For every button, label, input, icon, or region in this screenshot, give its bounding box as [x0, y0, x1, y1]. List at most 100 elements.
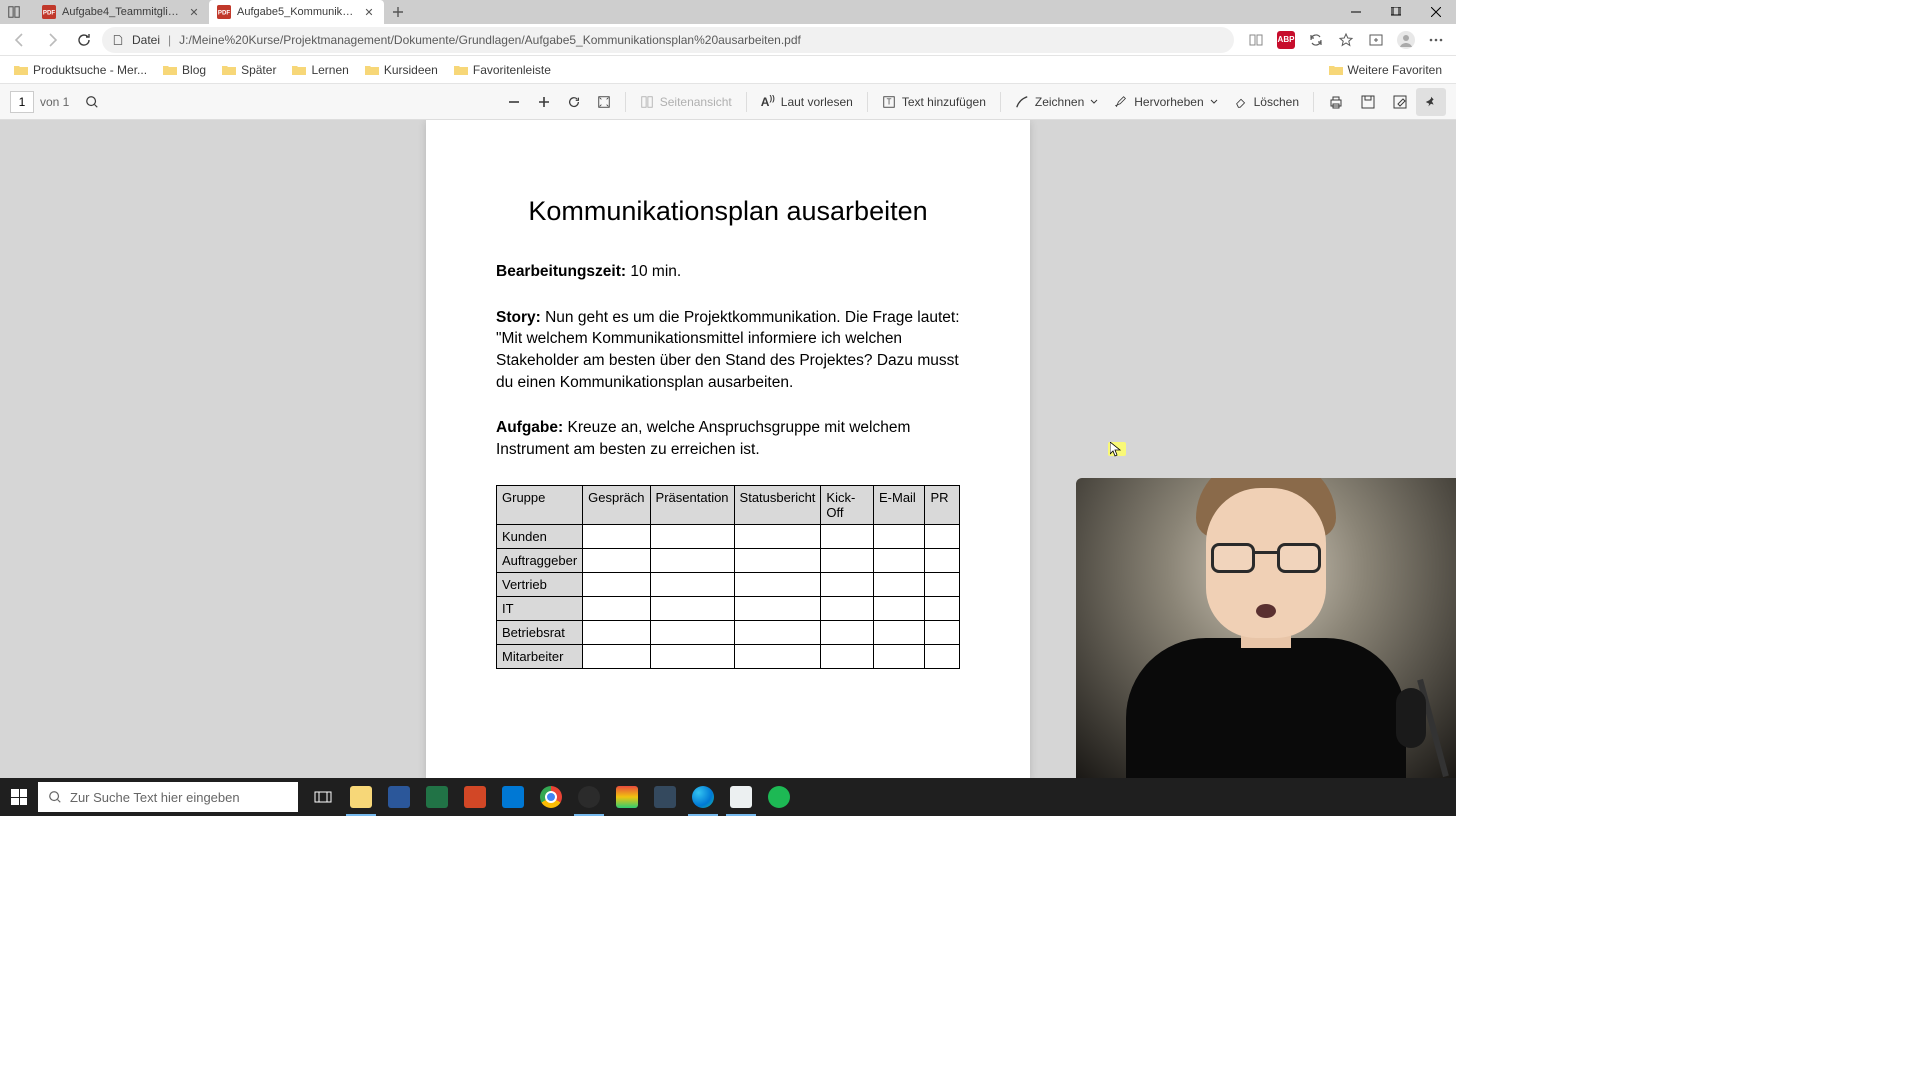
toolbar-right: ABP	[1238, 26, 1450, 54]
page-view-button[interactable]: Seitenansicht	[632, 88, 740, 116]
save-button[interactable]	[1352, 88, 1384, 116]
reading-mode-icon[interactable]	[1242, 26, 1270, 54]
task-view-button[interactable]	[304, 778, 342, 816]
tab-label: Aufgabe4_Teammitglieder einsch	[62, 6, 183, 18]
taskbar-app-edge[interactable]	[684, 778, 722, 816]
chevron-down-icon	[1210, 98, 1218, 106]
rotate-button[interactable]	[559, 88, 589, 116]
close-icon[interactable]: ✕	[187, 5, 201, 19]
bookmark-item[interactable]: Favoritenleiste	[448, 60, 557, 80]
table-header: Präsentation	[650, 485, 734, 524]
taskbar-app-obs[interactable]	[570, 778, 608, 816]
pdf-toolbar: von 1 Seitenansicht A))Laut vorlesen TTe…	[0, 84, 1456, 120]
reload-button[interactable]	[70, 26, 98, 54]
taskbar-app-generic2[interactable]	[646, 778, 684, 816]
print-button[interactable]	[1320, 88, 1352, 116]
bookmark-item[interactable]: Kursideen	[359, 60, 444, 80]
communication-table: Gruppe Gespräch Präsentation Statusberic…	[496, 485, 960, 669]
find-button[interactable]	[77, 88, 107, 116]
page-count: von 1	[40, 95, 69, 109]
taskbar-search[interactable]: Zur Suche Text hier eingeben	[38, 782, 298, 812]
table-header: Statusbericht	[734, 485, 821, 524]
svg-text:PDF: PDF	[218, 10, 230, 17]
taskbar: Zur Suche Text hier eingeben	[0, 778, 1456, 816]
cursor-icon	[1110, 442, 1122, 458]
page-number-input[interactable]	[10, 91, 34, 113]
taskbar-app-spotify[interactable]	[760, 778, 798, 816]
table-row: Mitarbeiter	[497, 644, 960, 668]
folder-icon	[14, 64, 28, 76]
taskbar-app-generic1[interactable]	[608, 778, 646, 816]
save-as-button[interactable]	[1384, 88, 1416, 116]
table-row: Auftraggeber	[497, 548, 960, 572]
taskbar-app-explorer[interactable]	[342, 778, 380, 816]
new-tab-button[interactable]	[384, 0, 412, 24]
table-row: Betriebsrat	[497, 620, 960, 644]
taskbar-app-notepad[interactable]	[722, 778, 760, 816]
folder-icon	[163, 64, 177, 76]
file-icon	[112, 34, 124, 46]
bookmark-item[interactable]: Später	[216, 60, 282, 80]
erase-button[interactable]: Löschen	[1226, 88, 1307, 116]
taskbar-app-word[interactable]	[380, 778, 418, 816]
collections-icon[interactable]	[1362, 26, 1390, 54]
window-controls	[1336, 0, 1456, 24]
tab-actions-icon[interactable]	[0, 5, 28, 19]
folder-icon	[365, 64, 379, 76]
table-row: Vertrieb	[497, 572, 960, 596]
taskbar-app-chrome[interactable]	[532, 778, 570, 816]
chevron-down-icon	[1090, 98, 1098, 106]
table-row: Kunden	[497, 524, 960, 548]
pdf-page: Kommunikationsplan ausarbeiten Bearbeitu…	[426, 120, 1030, 778]
pdf-icon: PDF	[42, 5, 56, 19]
search-icon	[48, 790, 62, 804]
read-aloud-button[interactable]: A))Laut vorlesen	[753, 88, 861, 116]
highlight-button[interactable]: Hervorheben	[1106, 88, 1225, 116]
add-text-button[interactable]: TText hinzufügen	[874, 88, 994, 116]
profile-icon[interactable]	[1392, 26, 1420, 54]
folder-icon	[292, 64, 306, 76]
url-path: J:/Meine%20Kurse/Projektmanagement/Dokum…	[179, 33, 801, 47]
table-header: E-Mail	[873, 485, 924, 524]
bookmark-item[interactable]: Blog	[157, 60, 212, 80]
forward-button[interactable]	[38, 26, 66, 54]
taskbar-app-excel[interactable]	[418, 778, 456, 816]
sync-icon[interactable]	[1302, 26, 1330, 54]
tab-1[interactable]: PDF Aufgabe4_Teammitglieder einsch ✕	[34, 0, 209, 24]
menu-icon[interactable]	[1422, 26, 1450, 54]
tab-2[interactable]: PDF Aufgabe5_Kommunikationsplan ✕	[209, 0, 384, 24]
draw-button[interactable]: Zeichnen	[1007, 88, 1106, 116]
pdf-icon: PDF	[217, 5, 231, 19]
bookmark-item[interactable]: Lernen	[286, 60, 354, 80]
address-field[interactable]: Datei | J:/Meine%20Kurse/Projektmanageme…	[102, 27, 1234, 53]
zoom-in-button[interactable]	[529, 88, 559, 116]
close-icon[interactable]: ✕	[362, 5, 376, 19]
table-header: PR	[925, 485, 960, 524]
table-header: Gespräch	[583, 485, 650, 524]
table-row: IT	[497, 596, 960, 620]
address-bar: Datei | J:/Meine%20Kurse/Projektmanageme…	[0, 24, 1456, 56]
minimize-button[interactable]	[1336, 0, 1376, 24]
taskbar-app-powerpoint[interactable]	[456, 778, 494, 816]
fit-button[interactable]	[589, 88, 619, 116]
zoom-out-button[interactable]	[499, 88, 529, 116]
time-paragraph: Bearbeitungszeit: 10 min.	[496, 261, 960, 283]
start-button[interactable]	[0, 778, 38, 816]
folder-icon	[454, 64, 468, 76]
close-button[interactable]	[1416, 0, 1456, 24]
bookmarks-bar: Produktsuche - Mer... Blog Später Lernen…	[0, 56, 1456, 84]
favorites-icon[interactable]	[1332, 26, 1360, 54]
bookmark-more[interactable]: Weitere Favoriten	[1323, 60, 1448, 80]
back-button[interactable]	[6, 26, 34, 54]
folder-icon	[222, 64, 236, 76]
url-scheme: Datei	[132, 33, 160, 47]
table-header: Gruppe	[497, 485, 583, 524]
folder-icon	[1329, 64, 1343, 76]
abp-icon[interactable]: ABP	[1272, 26, 1300, 54]
browser-titlebar: PDF Aufgabe4_Teammitglieder einsch ✕ PDF…	[0, 0, 1456, 24]
task-paragraph: Aufgabe: Kreuze an, welche Anspruchsgrup…	[496, 417, 960, 460]
bookmark-item[interactable]: Produktsuche - Mer...	[8, 60, 153, 80]
maximize-button[interactable]	[1376, 0, 1416, 24]
taskbar-app-mail[interactable]	[494, 778, 532, 816]
pin-toolbar-button[interactable]	[1416, 88, 1446, 116]
